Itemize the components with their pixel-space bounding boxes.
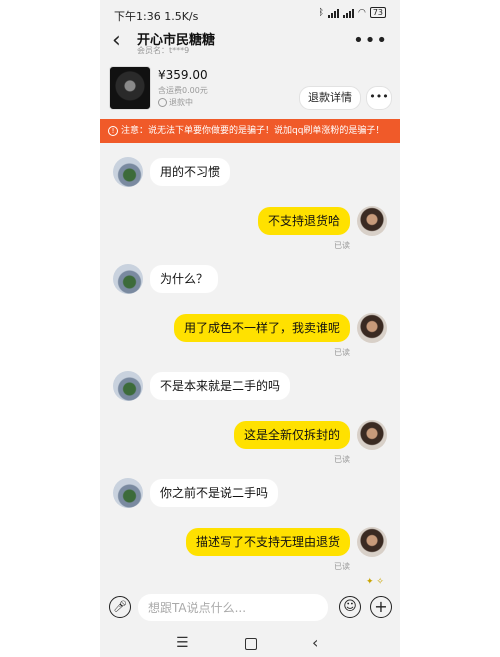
signal-icon-2 — [342, 8, 354, 18]
battery-icon: 73 — [369, 7, 386, 18]
refund-status-text: 退款中 — [169, 98, 193, 107]
member-name: 会员名：t***9 — [137, 46, 190, 55]
nav-back-icon[interactable]: ‹ — [312, 633, 318, 652]
clock-icon — [158, 98, 167, 107]
message-bubble-right: 不支持退货哈 — [257, 207, 350, 235]
my-avatar[interactable] — [357, 420, 387, 450]
product-thumbnail[interactable] — [109, 66, 151, 110]
shipping-fee: 含运费0.00元 — [158, 86, 208, 95]
warning-text: 注意：说无法下单要你做要的是骗子！说加qq刷单涨粉的是骗子！ — [121, 126, 385, 136]
back-icon[interactable]: ‹ — [112, 30, 121, 52]
info-icon: ! — [108, 125, 118, 136]
home-icon[interactable] — [245, 638, 257, 650]
message-bubble-right: 这是全新仅拆封的 — [233, 421, 350, 449]
status-icons: ᛒ ◠ 73 — [319, 7, 386, 18]
message-bubble-left: 用的不习惯 — [150, 158, 231, 186]
seller-avatar[interactable] — [113, 157, 143, 187]
plus-icon[interactable]: + — [370, 596, 392, 618]
emoji-icon[interactable]: ☺ — [339, 596, 361, 618]
my-avatar[interactable] — [357, 313, 387, 343]
status-bar: 下午1:36 1.5K/s ᛒ ◠ 73 — [100, 0, 400, 28]
read-receipt: 已读 — [334, 562, 350, 571]
seller-avatar[interactable] — [113, 264, 143, 294]
product-price: ¥359.00 — [158, 68, 208, 82]
product-card[interactable]: ¥359.00 含运费0.00元 退款中 退款详情 ••• — [100, 62, 400, 116]
my-avatar[interactable] — [357, 206, 387, 236]
message-bubble-left: 你之前不是说二手吗 — [150, 479, 279, 507]
system-nav-bar: ☰ ‹ — [100, 630, 400, 657]
bluetooth-icon: ᛒ — [318, 7, 324, 18]
voice-icon[interactable]: 🎤︎ — [109, 596, 131, 618]
chat-screen: 下午1:36 1.5K/s ᛒ ◠ 73 ‹ 开心市民糖糖 会员名：t***9 … — [100, 0, 400, 657]
network-speed: 1.5K/s — [164, 10, 199, 23]
read-receipt: 已读 — [334, 241, 350, 250]
message-bubble-left: 为什么？ — [150, 265, 219, 293]
refund-status: 退款中 — [158, 97, 193, 108]
menu-icon[interactable]: ☰ — [176, 635, 189, 651]
more-icon[interactable]: ••• — [353, 30, 388, 51]
sticker-icon[interactable]: ✦ ✧ — [366, 577, 384, 587]
message-bubble-right: 描述写了不支持无理由退货 — [185, 528, 350, 556]
product-more-icon[interactable]: ••• — [366, 86, 392, 110]
fraud-warning-banner: ! 注意：说无法下单要你做要的是骗子！说加qq刷单涨粉的是骗子！ — [100, 119, 400, 143]
my-avatar[interactable] — [357, 527, 387, 557]
message-input[interactable] — [138, 594, 328, 621]
wifi-icon: ◠ — [357, 7, 366, 18]
message-bubble-left: 不是本来就是二手的吗 — [150, 372, 291, 400]
signal-icon — [327, 8, 339, 18]
chat-header: ‹ 开心市民糖糖 会员名：t***9 ••• — [100, 28, 400, 60]
read-receipt: 已读 — [334, 455, 350, 464]
seller-avatar[interactable] — [113, 478, 143, 508]
status-time: 下午1:36 1.5K/s — [114, 8, 198, 24]
clock-text: 下午1:36 — [114, 10, 161, 23]
message-input-bar: 🎤︎ ☺ + — [100, 588, 400, 628]
refund-details-button[interactable]: 退款详情 — [299, 86, 361, 110]
read-receipt: 已读 — [334, 348, 350, 357]
message-bubble-right: 用了成色不一样了，我卖谁呢 — [173, 314, 350, 342]
seller-avatar[interactable] — [113, 371, 143, 401]
